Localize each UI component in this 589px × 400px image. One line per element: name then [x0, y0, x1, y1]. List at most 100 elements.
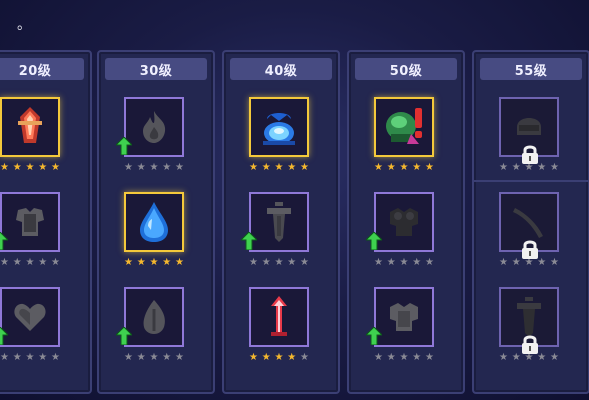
star-rating: ★ ★ ★ ★ ★ — [0, 353, 60, 363]
star-empty-icon: ★ — [499, 352, 508, 363]
slot-40-3[interactable]: ★ ★ ★ ★ ★ — [249, 287, 309, 363]
item-frame — [124, 97, 184, 157]
row-divider — [474, 180, 588, 182]
star-filled-icon: ★ — [300, 162, 309, 173]
item-frame — [0, 97, 60, 157]
star-empty-icon: ★ — [274, 257, 284, 268]
slot-55-1[interactable]: ★ ★ ★ ★ ★ — [499, 97, 559, 173]
star-filled-icon: ★ — [425, 162, 434, 173]
slot-50-1[interactable]: ★ ★ ★ ★ ★ — [374, 97, 434, 173]
star-rating: ★ ★ ★ ★ ★ — [124, 353, 184, 363]
star-empty-icon: ★ — [499, 162, 508, 173]
gray-armor-icon — [390, 303, 418, 331]
top-mark: 。 — [17, 17, 31, 33]
star-empty-icon: ★ — [287, 257, 297, 268]
slot-20-1[interactable]: ★ ★ ★ ★ ★ — [0, 97, 60, 173]
star-empty-icon: ★ — [25, 352, 35, 363]
star-filled-icon: ★ — [412, 162, 422, 173]
upgrade-arrow-icon — [0, 327, 8, 345]
star-empty-icon: ★ — [136, 352, 146, 363]
star-rating: ★ ★ ★ ★ ★ — [374, 258, 434, 268]
star-empty-icon: ★ — [412, 257, 422, 268]
item-frame — [0, 287, 60, 347]
star-empty-icon: ★ — [550, 162, 559, 173]
star-empty-icon: ★ — [162, 352, 172, 363]
star-empty-icon: ★ — [124, 352, 133, 363]
star-rating: ★ ★ ★ ★ ★ — [0, 258, 60, 268]
star-filled-icon: ★ — [261, 162, 271, 173]
star-filled-icon: ★ — [175, 257, 184, 268]
column-header-30: 30级 — [105, 58, 207, 80]
slot-40-1[interactable]: ★ ★ ★ ★ ★ — [249, 97, 309, 173]
star-empty-icon: ★ — [149, 352, 159, 363]
star-empty-icon: ★ — [25, 257, 35, 268]
star-filled-icon: ★ — [261, 352, 271, 363]
star-filled-icon: ★ — [51, 162, 60, 173]
star-rating: ★ ★ ★ ★ ★ — [249, 258, 309, 268]
star-rating: ★ ★ ★ ★ ★ — [249, 353, 309, 363]
item-frame — [124, 287, 184, 347]
item-frame — [374, 287, 434, 347]
star-empty-icon: ★ — [374, 352, 383, 363]
star-empty-icon: ★ — [38, 352, 48, 363]
gray-blade-icon — [513, 208, 543, 238]
star-filled-icon: ★ — [249, 352, 258, 363]
star-filled-icon: ★ — [162, 257, 172, 268]
lock-icon — [522, 240, 538, 259]
star-empty-icon: ★ — [149, 162, 159, 173]
star-empty-icon: ★ — [162, 162, 172, 173]
item-frame — [249, 192, 309, 252]
column-header-55: 55级 — [480, 58, 582, 80]
star-empty-icon: ★ — [175, 352, 184, 363]
green-helmet-alert-icon — [386, 108, 422, 144]
star-empty-icon: ★ — [412, 352, 422, 363]
star-empty-icon: ★ — [300, 257, 309, 268]
upgrade-arrow-icon — [366, 232, 382, 250]
column-header-50: 50级 — [355, 58, 457, 80]
star-empty-icon: ★ — [12, 352, 22, 363]
star-empty-icon: ★ — [499, 257, 508, 268]
gray-armor-icon — [16, 208, 44, 236]
star-filled-icon: ★ — [386, 162, 396, 173]
slot-50-2[interactable]: ★ ★ ★ ★ ★ — [366, 192, 434, 268]
star-filled-icon: ★ — [374, 162, 383, 173]
star-empty-icon: ★ — [51, 352, 60, 363]
gray-sword-icon — [517, 297, 541, 337]
slot-55-2[interactable]: ★ ★ ★ ★ ★ — [499, 192, 559, 268]
upgrade-arrow-icon — [116, 327, 132, 345]
star-empty-icon: ★ — [425, 352, 434, 363]
red-arrow-sword-icon — [271, 296, 287, 336]
star-filled-icon: ★ — [249, 162, 258, 173]
slot-30-2[interactable]: ★ ★ ★ ★ ★ — [124, 192, 184, 268]
item-frame — [249, 287, 309, 347]
star-empty-icon: ★ — [261, 257, 271, 268]
star-empty-icon: ★ — [124, 162, 133, 173]
item-frame — [0, 192, 60, 252]
slot-20-2[interactable]: ★ ★ ★ ★ ★ — [0, 192, 60, 268]
item-frame — [374, 97, 434, 157]
star-filled-icon: ★ — [287, 352, 297, 363]
item-frame — [249, 97, 309, 157]
star-filled-icon: ★ — [274, 352, 284, 363]
star-filled-icon: ★ — [12, 162, 22, 173]
star-filled-icon: ★ — [25, 162, 35, 173]
column-header-40: 40级 — [230, 58, 332, 80]
star-rating: ★ ★ ★ ★ ★ — [249, 163, 309, 173]
slot-30-1[interactable]: ★ ★ ★ ★ ★ — [116, 97, 184, 173]
star-filled-icon: ★ — [136, 257, 146, 268]
star-empty-icon: ★ — [399, 257, 409, 268]
upgrade-arrow-icon — [366, 327, 382, 345]
lock-icon — [522, 335, 538, 354]
slot-40-2[interactable]: ★ ★ ★ ★ ★ — [241, 192, 309, 268]
star-filled-icon: ★ — [0, 162, 9, 173]
slot-50-3[interactable]: ★ ★ ★ ★ ★ — [366, 287, 434, 363]
gray-helmet-icon — [517, 118, 541, 135]
star-empty-icon: ★ — [0, 257, 9, 268]
slot-30-3[interactable]: ★ ★ ★ ★ ★ — [116, 287, 184, 363]
star-empty-icon: ★ — [300, 352, 309, 363]
star-empty-icon: ★ — [136, 162, 146, 173]
star-filled-icon: ★ — [124, 257, 133, 268]
slot-55-3[interactable]: ★ ★ ★ ★ ★ — [499, 287, 559, 363]
star-empty-icon: ★ — [38, 257, 48, 268]
slot-20-3[interactable]: ★ ★ ★ ★ ★ — [0, 287, 60, 363]
